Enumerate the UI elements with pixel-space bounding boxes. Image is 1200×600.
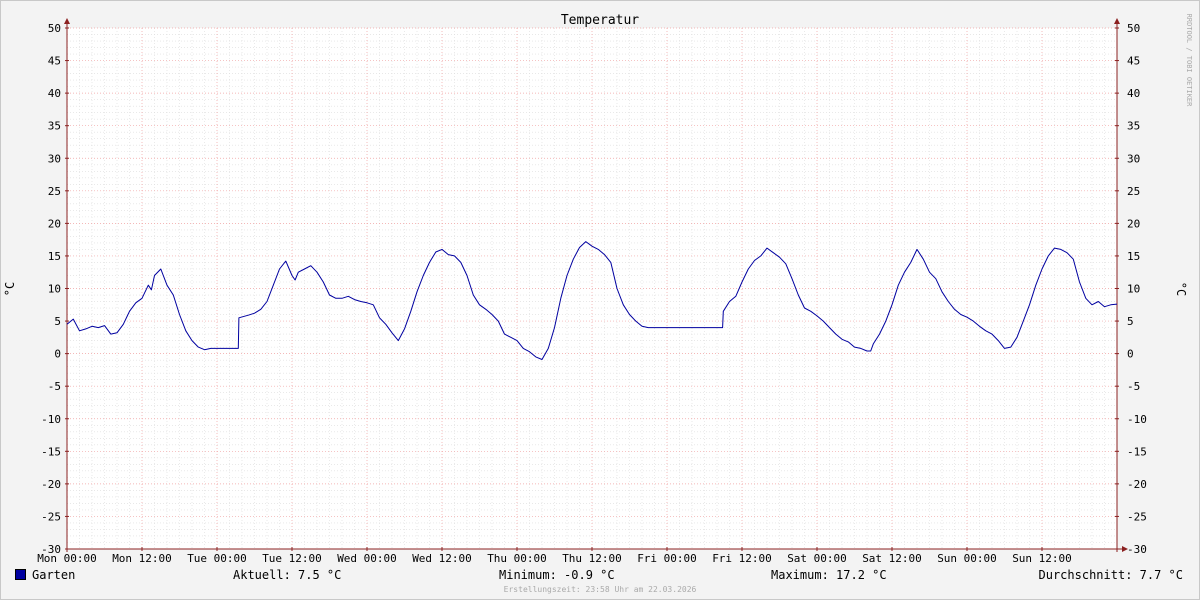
y-tick-label-left: 50: [48, 22, 61, 35]
y-tick-label-right: 25: [1127, 185, 1140, 198]
chart-title: Temperatur: [561, 13, 639, 28]
legend-swatch: [15, 569, 26, 580]
y-tick-label-left: 25: [48, 185, 61, 198]
y-tick-label-right: 0: [1127, 348, 1134, 361]
y-tick-label-right: 20: [1127, 217, 1140, 230]
y-tick-label-right: -5: [1127, 380, 1140, 393]
legend-maximum: Maximum: 17.2 °C: [771, 568, 887, 582]
y-tick-label-right: -20: [1127, 478, 1147, 491]
x-tick-label: Mon 00:00: [37, 552, 97, 565]
y-tick-label-right: 40: [1127, 87, 1140, 100]
x-tick-label: Thu 12:00: [562, 552, 622, 565]
y-tick-label-left: 30: [48, 152, 61, 165]
legend-average: Durchschnitt: 7.7 °C: [1038, 568, 1184, 582]
y-tick-label-left: 45: [48, 55, 61, 68]
x-tick-label: Sun 00:00: [937, 552, 997, 565]
y-tick-label-left: -25: [41, 510, 61, 523]
watermark: RRDTOOL / TOBI OETIKER: [1185, 14, 1193, 108]
y-axis-arrow: [1114, 18, 1120, 24]
footer-timestamp: Erstellungszeit: 23:58 Uhr am 22.03.2026: [503, 585, 697, 594]
x-tick-label: Sun 12:00: [1012, 552, 1072, 565]
x-tick-label: Sat 00:00: [787, 552, 847, 565]
y-tick-label-right: -15: [1127, 445, 1147, 458]
y-axis-label-right: °C: [1174, 282, 1188, 296]
y-tick-label-right: 50: [1127, 22, 1140, 35]
y-tick-label-right: 15: [1127, 250, 1140, 263]
y-tick-label-left: 20: [48, 217, 61, 230]
y-tick-label-right: 35: [1127, 120, 1140, 133]
y-tick-label-right: -25: [1127, 510, 1147, 523]
y-tick-label-right: 30: [1127, 152, 1140, 165]
y-tick-label-left: -15: [41, 445, 61, 458]
grid: [66, 27, 1117, 550]
y-tick-label-left: 40: [48, 87, 61, 100]
x-tick-label: Wed 00:00: [337, 552, 397, 565]
y-axis-arrow: [64, 18, 70, 24]
x-tick-label: Wed 12:00: [412, 552, 472, 565]
y-tick-label-left: 15: [48, 250, 61, 263]
y-tick-label-right: -10: [1127, 413, 1147, 426]
y-tick-label-left: -5: [48, 380, 61, 393]
y-tick-label-left: 0: [54, 348, 61, 361]
y-tick-label-left: 10: [48, 283, 61, 296]
legend-current: Aktuell: 7.5 °C: [233, 568, 342, 582]
legend-series-name: Garten: [32, 568, 76, 582]
legend-series: Garten: [15, 568, 75, 582]
y-tick-label-left: -10: [41, 413, 61, 426]
y-tick-label-right: 10: [1127, 283, 1140, 296]
y-tick-label-left: 5: [54, 315, 61, 328]
x-tick-label: Tue 00:00: [187, 552, 247, 565]
legend-minimum: Minimum: -0.9 °C: [499, 568, 615, 582]
y-axis-label-left: °C: [3, 282, 17, 296]
x-tick-label: Fri 00:00: [637, 552, 697, 565]
x-tick-label: Fri 12:00: [712, 552, 772, 565]
x-tick-label: Tue 12:00: [262, 552, 322, 565]
y-tick-label-right: -30: [1127, 543, 1147, 556]
y-tick-label-left: 35: [48, 120, 61, 133]
x-tick-label: Thu 00:00: [487, 552, 547, 565]
x-tick-label: Sat 12:00: [862, 552, 922, 565]
y-tick-label-right: 5: [1127, 315, 1134, 328]
y-tick-label-left: -20: [41, 478, 61, 491]
x-tick-label: Mon 12:00: [112, 552, 172, 565]
temperature-chart: Temperatur °C °C RRDTOOL / TOBI OETIKER …: [3, 13, 1193, 565]
y-tick-label-right: 45: [1127, 55, 1140, 68]
